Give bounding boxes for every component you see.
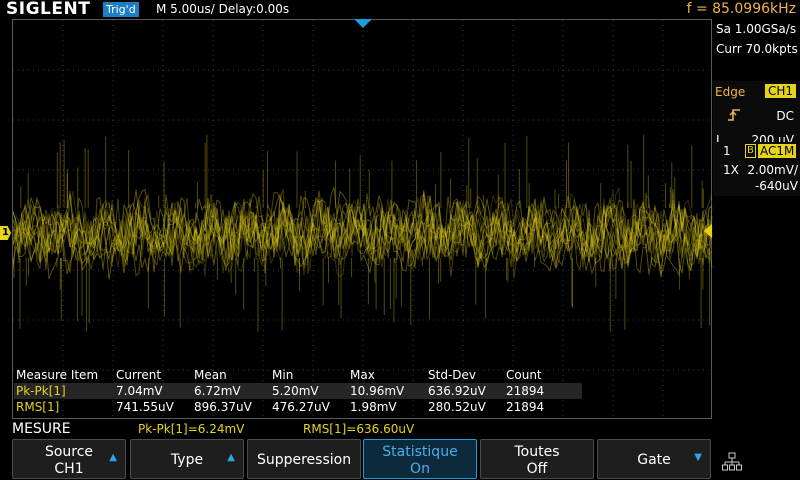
measure-item: Pk-Pk[1] xyxy=(16,384,66,398)
col-header: Measure Item xyxy=(16,368,99,382)
measurement-table: Measure Item Current Mean Min Max Std-De… xyxy=(14,367,582,415)
softkey-value: On xyxy=(410,461,430,477)
quick-measure-rms: RMS[1]=636.60uV xyxy=(303,422,415,436)
ch1-offset-marker[interactable]: 1 xyxy=(0,226,11,240)
trigger-coupling: DC xyxy=(776,109,794,123)
status-bar: SIGLENT Trig'd M 5.00us/ Delay:0.00s f =… xyxy=(0,0,800,19)
softkey-label: Statistique xyxy=(382,444,458,460)
softkey-label: Source xyxy=(44,444,94,460)
measure-mean: 896.37uV xyxy=(194,400,252,414)
col-header: Mean xyxy=(194,368,227,382)
trigger-source: CH1 xyxy=(765,84,797,98)
gate-softkey[interactable]: Gate ▼ xyxy=(597,439,711,479)
measure-max: 10.96mV xyxy=(350,384,405,398)
channel-info-box[interactable]: 1 B AC1M 1X 2.00mV/ -640uV xyxy=(713,142,800,196)
col-header: Current xyxy=(116,368,162,382)
suppression-softkey[interactable]: Supperession xyxy=(247,439,361,479)
softkey-value: Off xyxy=(526,461,548,477)
rising-edge-icon xyxy=(727,108,741,122)
timebase-readout: M 5.00us/ Delay:0.00s xyxy=(156,2,290,16)
waveform-display[interactable] xyxy=(12,19,713,420)
memory-depth: Curr 70.0kpts xyxy=(716,42,798,56)
source-softkey[interactable]: Source CH1 ▲ xyxy=(12,439,126,479)
probe-ratio: 1X xyxy=(723,163,739,177)
info-panel: Sa 1.00GSa/s Curr 70.0kpts Edge CH1 DC L… xyxy=(713,19,800,419)
softkey-label: Gate xyxy=(637,452,671,468)
network-icon xyxy=(722,452,742,472)
trigger-info-box[interactable]: Edge CH1 DC L 200 uV xyxy=(713,81,800,149)
measure-min: 5.20mV xyxy=(272,384,319,398)
measure-stddev: 280.52uV xyxy=(428,400,486,414)
softkey-label: Type xyxy=(170,452,204,468)
measure-count: 21894 xyxy=(506,400,545,414)
bandwidth-limit-flag: B xyxy=(745,144,756,158)
up-arrow-icon: ▲ xyxy=(227,452,235,463)
softkey-label: Toutes xyxy=(514,444,560,460)
down-arrow-icon: ▼ xyxy=(694,452,702,463)
frequency-readout: f = 85.0996kHz xyxy=(686,1,796,17)
measure-max: 1.98mV xyxy=(350,400,397,414)
col-header: Max xyxy=(350,368,375,382)
ch1-waveform-trace xyxy=(13,134,713,332)
quick-measure-pkpk: Pk-Pk[1]=6.24mV xyxy=(138,422,245,436)
measure-current: 7.04mV xyxy=(116,384,163,398)
col-header: Min xyxy=(272,368,294,382)
up-arrow-icon: ▲ xyxy=(109,452,117,463)
measure-mean: 6.72mV xyxy=(194,384,241,398)
measurement-row-rms: RMS[1] 741.55uV 896.37uV 476.27uV 1.98mV… xyxy=(14,399,582,415)
trigger-type: Edge xyxy=(715,85,746,99)
menu-title: MESURE xyxy=(12,421,71,437)
col-header: Count xyxy=(506,368,542,382)
measurement-header-row: Measure Item Current Mean Min Max Std-De… xyxy=(14,367,582,383)
softkey-bar: Source CH1 ▲ Type ▲ Supperession Statist… xyxy=(0,437,800,480)
measurement-row-pkpk: Pk-Pk[1] 7.04mV 6.72mV 5.20mV 10.96mV 63… xyxy=(14,383,582,399)
statistics-softkey[interactable]: Statistique On xyxy=(363,439,477,479)
measure-count: 21894 xyxy=(506,384,545,398)
measure-item: RMS[1] xyxy=(16,400,60,414)
vertical-scale: 2.00mV/ xyxy=(747,163,798,177)
type-softkey[interactable]: Type ▲ xyxy=(130,439,244,479)
trigger-level-marker[interactable] xyxy=(704,224,712,238)
col-header: Std-Dev xyxy=(428,368,476,382)
softkey-label: Supperession xyxy=(256,452,352,468)
brand-logo: SIGLENT xyxy=(6,0,91,19)
measure-stddev: 636.92uV xyxy=(428,384,486,398)
measure-min: 476.27uV xyxy=(272,400,330,414)
trigger-status-badge: Trig'd xyxy=(103,2,139,17)
softkey-value: CH1 xyxy=(54,461,84,477)
measure-current: 741.55uV xyxy=(116,400,174,414)
vertical-offset: -640uV xyxy=(754,179,798,193)
all-measure-softkey[interactable]: Toutes Off xyxy=(480,439,594,479)
sample-rate: Sa 1.00GSa/s xyxy=(716,22,797,36)
channel-coupling: AC1M xyxy=(758,144,797,158)
channel-number: 1 xyxy=(723,144,731,158)
trigger-position-marker[interactable] xyxy=(354,19,372,28)
